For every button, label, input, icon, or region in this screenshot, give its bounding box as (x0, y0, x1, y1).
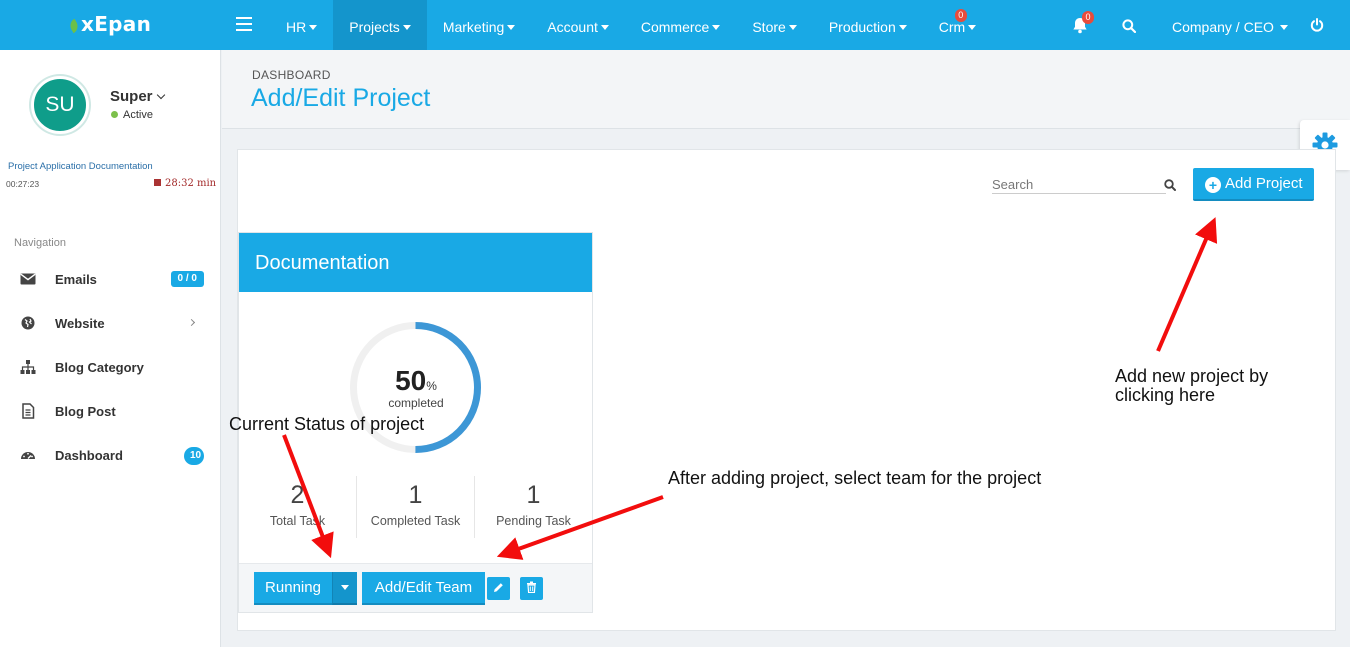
dashboard-count-badge: 10 (184, 447, 204, 465)
edit-project-button[interactable] (487, 577, 510, 600)
caret-down-icon (341, 585, 349, 590)
annotation-status: Current Status of project (229, 414, 425, 434)
caret-down-icon (788, 25, 797, 30)
page-header: DASHBOARD Add/Edit Project (222, 50, 1350, 129)
status-dropdown-toggle[interactable] (332, 572, 357, 605)
project-name[interactable]: Documentation (255, 252, 390, 275)
caret-down-icon (1279, 25, 1288, 30)
sidebar-item-blog-category[interactable]: Blog Category (0, 345, 220, 389)
navigation-heading: Navigation (14, 237, 66, 249)
status-button[interactable]: Running (254, 572, 332, 605)
status-dot-icon (111, 111, 118, 118)
top-navbar: xEpan HR Projects Marketing Account Comm… (0, 0, 1350, 50)
annotation-add-line2: clicking here (1115, 385, 1216, 405)
user-status: Active (111, 109, 153, 121)
stat-pending-task: 1 Pending Task (496, 481, 571, 528)
annotation-team: After adding project, select team for th… (668, 468, 1042, 488)
breadcrumb[interactable]: DASHBOARD (252, 68, 331, 82)
sidebar: SU Super Active Project Application Docu… (0, 50, 221, 647)
nav-store[interactable]: Store (736, 0, 812, 50)
nav-account[interactable]: Account (531, 0, 625, 50)
delete-project-button[interactable] (520, 577, 543, 600)
crm-badge: 0 (954, 9, 967, 22)
leaf-icon (67, 18, 81, 34)
progress-percent: 50% (395, 365, 437, 396)
stat-completed-task: 1 Completed Task (370, 481, 461, 528)
timer-task-title[interactable]: Project Application Documentation (8, 161, 153, 172)
page-title: Add/Edit Project (251, 84, 431, 112)
caret-down-icon (712, 25, 721, 30)
stat-total-task: 2 Total Task (269, 481, 326, 528)
nav-marketing[interactable]: Marketing (427, 0, 531, 50)
stop-icon[interactable] (154, 179, 161, 186)
globe-icon (21, 316, 35, 330)
menu-toggle-icon[interactable] (236, 17, 252, 33)
caret-down-icon (309, 25, 318, 30)
timer-total[interactable]: 28:32 min (154, 178, 216, 189)
nav-commerce[interactable]: Commerce (625, 0, 736, 50)
sidebar-item-dashboard[interactable]: Dashboard 10 (0, 433, 220, 477)
sidebar-item-emails[interactable]: Emails 0 / 0 (0, 257, 220, 301)
caret-down-icon (898, 25, 907, 30)
file-text-icon (22, 403, 35, 419)
timer-elapsed: 00:27:23 (6, 179, 40, 189)
caret-down-icon (600, 25, 609, 30)
nav-hr[interactable]: HR (270, 0, 333, 50)
nav-crm[interactable]: Crm 0 (923, 0, 992, 50)
nav-production[interactable]: Production (813, 0, 923, 50)
pencil-icon (494, 583, 503, 592)
plus-circle-icon: + (1205, 176, 1221, 193)
search-input[interactable] (992, 174, 1162, 194)
project-card-header: Documentation (239, 233, 592, 292)
trash-icon (527, 581, 536, 594)
company-menu[interactable]: Company / CEO (1172, 0, 1288, 50)
sidebar-item-blog-post[interactable]: Blog Post (0, 389, 220, 433)
sitemap-icon (20, 360, 36, 374)
user-name-menu[interactable]: Super (110, 88, 165, 105)
add-edit-team-button[interactable]: Add/Edit Team (362, 572, 485, 605)
add-project-button[interactable]: + Add Project (1193, 168, 1314, 201)
avatar[interactable]: SU (31, 76, 89, 134)
nav-projects[interactable]: Projects (333, 0, 427, 50)
search-box (992, 174, 1166, 194)
annotation-add-line1: Add new project by (1115, 366, 1269, 386)
emails-count-badge: 0 / 0 (170, 271, 204, 287)
progress-caption: completed (388, 396, 444, 410)
search-icon[interactable] (1164, 178, 1176, 196)
chevron-right-icon (187, 318, 196, 327)
envelope-icon (20, 273, 36, 285)
project-card-footer: Running Add/Edit Team (239, 563, 592, 612)
caret-down-icon (507, 25, 516, 30)
notification-badge: 0 (1082, 11, 1094, 24)
dashboard-icon (21, 452, 35, 459)
caret-down-icon (402, 25, 411, 30)
sidebar-item-website[interactable]: Website (0, 301, 220, 345)
caret-down-icon (968, 25, 977, 30)
app-logo[interactable]: xEpan (67, 12, 151, 36)
main-menu: HR Projects Marketing Account Commerce S… (270, 0, 992, 50)
chevron-down-icon (156, 90, 165, 100)
